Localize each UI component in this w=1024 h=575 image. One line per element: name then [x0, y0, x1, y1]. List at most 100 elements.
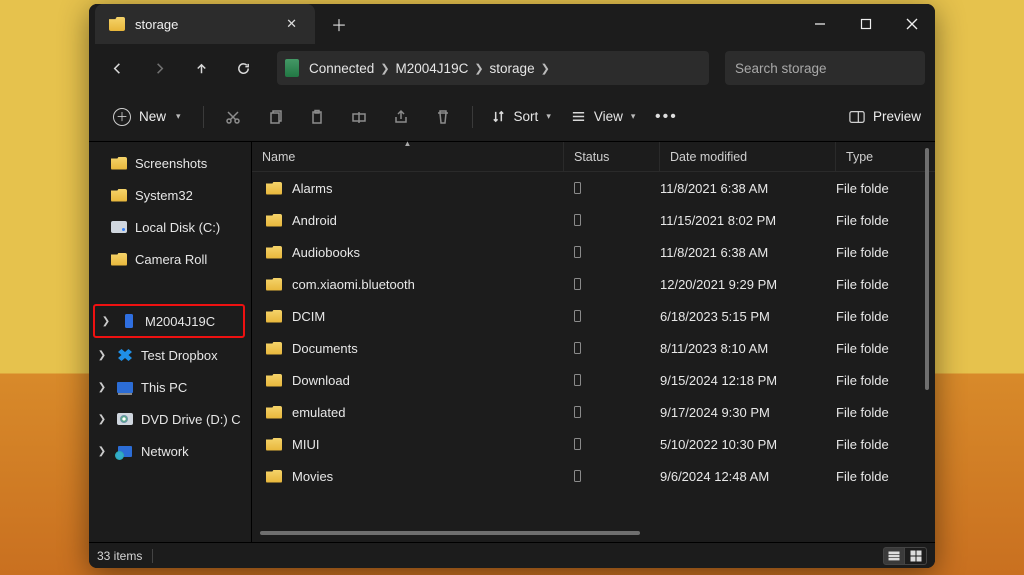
file-type: File folde	[836, 373, 935, 388]
file-name: MIUI	[292, 437, 319, 452]
thumbnails-view-button[interactable]	[905, 547, 927, 565]
folder-icon	[266, 246, 282, 259]
drive-icon	[111, 221, 127, 233]
preview-toggle[interactable]: Preview	[849, 109, 921, 124]
col-date[interactable]: Date modified	[660, 142, 836, 171]
table-row[interactable]: Android11/15/2021 8:02 PMFile folde	[252, 204, 935, 236]
delete-button[interactable]	[426, 100, 460, 134]
file-type: File folde	[836, 469, 935, 484]
status-bar: 33 items	[89, 542, 935, 568]
table-row[interactable]: Documents8/11/2023 8:10 AMFile folde	[252, 332, 935, 364]
sidebar-item-local-disk[interactable]: Local Disk (C:)	[91, 212, 247, 242]
phone-icon	[574, 182, 581, 194]
copy-button[interactable]	[258, 100, 292, 134]
file-name: Alarms	[292, 181, 332, 196]
up-button[interactable]	[183, 50, 219, 86]
file-date: 11/8/2021 6:38 AM	[660, 181, 836, 196]
file-name: Android	[292, 213, 337, 228]
file-date: 8/11/2023 8:10 AM	[660, 341, 836, 356]
file-name: Audiobooks	[292, 245, 360, 260]
file-date: 9/15/2024 12:18 PM	[660, 373, 836, 388]
folder-icon	[111, 157, 127, 170]
sidebar-item-dropbox[interactable]: ❯ Test Dropbox	[91, 340, 247, 370]
dropbox-icon	[118, 349, 132, 361]
file-name: emulated	[292, 405, 345, 420]
phone-icon	[125, 314, 133, 328]
sidebar-item-this-pc[interactable]: ❯ This PC	[91, 372, 247, 402]
folder-icon	[266, 182, 282, 195]
new-button[interactable]: ＋ New ▾	[103, 103, 191, 131]
phone-icon	[574, 278, 581, 290]
phone-icon	[574, 438, 581, 450]
file-date: 9/17/2024 9:30 PM	[660, 405, 836, 420]
folder-icon	[109, 17, 125, 31]
sidebar: Screenshots System32 Local Disk (C:) Cam…	[89, 142, 251, 542]
cut-button[interactable]	[216, 100, 250, 134]
crumb-0[interactable]: Connected	[309, 61, 374, 76]
table-row[interactable]: DCIM6/18/2023 5:15 PMFile folde	[252, 300, 935, 332]
refresh-button[interactable]	[225, 50, 261, 86]
table-row[interactable]: com.xiaomi.bluetooth12/20/2021 9:29 PMFi…	[252, 268, 935, 300]
forward-button[interactable]	[141, 50, 177, 86]
search-input[interactable]	[735, 61, 915, 76]
more-button[interactable]: •••	[649, 100, 683, 134]
share-button[interactable]	[384, 100, 418, 134]
sidebar-item-m2004j19c[interactable]: ❯ M2004J19C	[95, 306, 243, 336]
sort-button[interactable]: Sort ▾	[485, 105, 557, 128]
pc-icon	[117, 382, 133, 393]
maximize-button[interactable]	[843, 4, 889, 44]
table-row[interactable]: MIUI5/10/2022 10:30 PMFile folde	[252, 428, 935, 460]
chevron-down-icon: ▾	[546, 111, 551, 122]
view-button[interactable]: View ▾	[565, 105, 642, 128]
crumb-1[interactable]: M2004J19C	[396, 61, 469, 76]
crumb-2[interactable]: storage	[490, 61, 535, 76]
file-name: com.xiaomi.bluetooth	[292, 277, 415, 292]
table-row[interactable]: Audiobooks11/8/2021 6:38 AMFile folde	[252, 236, 935, 268]
col-name[interactable]: ▲ Name	[252, 142, 564, 171]
sidebar-item-camera-roll[interactable]: Camera Roll	[91, 244, 247, 274]
sidebar-item-dvd[interactable]: ❯ DVD Drive (D:) C	[91, 404, 247, 434]
item-count: 33 items	[97, 549, 142, 563]
nav-row: Connected ❯ M2004J19C ❯ storage ❯	[89, 44, 935, 92]
search-box[interactable]	[725, 51, 925, 85]
view-toggle	[883, 547, 927, 565]
toolbar: ＋ New ▾ Sort ▾ View ▾ ••• Preview	[89, 92, 935, 142]
sidebar-item-screenshots[interactable]: Screenshots	[91, 148, 247, 178]
col-status[interactable]: Status	[564, 142, 660, 171]
col-type[interactable]: Type	[836, 142, 935, 171]
minimize-button[interactable]	[797, 4, 843, 44]
back-button[interactable]	[99, 50, 135, 86]
chevron-right-icon: ❯	[95, 350, 109, 361]
v-scrollbar[interactable]	[923, 146, 931, 524]
tab-storage[interactable]: storage ✕	[95, 4, 315, 44]
file-type: File folde	[836, 245, 935, 260]
file-type: File folde	[836, 181, 935, 196]
chevron-down-icon: ▾	[176, 111, 181, 122]
table-row[interactable]: emulated9/17/2024 9:30 PMFile folde	[252, 396, 935, 428]
close-window-button[interactable]	[889, 4, 935, 44]
sidebar-item-network[interactable]: ❯ Network	[91, 436, 247, 466]
folder-icon	[111, 189, 127, 202]
folder-icon	[266, 342, 282, 355]
file-type: File folde	[836, 309, 935, 324]
h-scrollbar[interactable]	[260, 528, 915, 538]
paste-button[interactable]	[300, 100, 334, 134]
details-view-button[interactable]	[883, 547, 905, 565]
table-row[interactable]: Alarms 11/8/2021 6:38 AMFile folde	[252, 172, 935, 204]
new-tab-button[interactable]: ＋	[321, 8, 357, 40]
table-row[interactable]: Download9/15/2024 12:18 PMFile folde	[252, 364, 935, 396]
rename-button[interactable]	[342, 100, 376, 134]
file-name: Documents	[292, 341, 358, 356]
phone-icon	[574, 310, 581, 322]
sort-asc-icon: ▲	[404, 139, 412, 148]
close-icon[interactable]: ✕	[280, 12, 303, 36]
sort-label: Sort	[514, 109, 539, 124]
folder-icon	[266, 374, 282, 387]
network-icon	[118, 446, 132, 457]
breadcrumb[interactable]: Connected ❯ M2004J19C ❯ storage ❯	[277, 51, 709, 85]
folder-icon	[266, 470, 282, 483]
phone-icon	[574, 374, 581, 386]
table-row[interactable]: Movies9/6/2024 12:48 AMFile folde	[252, 460, 935, 492]
sidebar-item-system32[interactable]: System32	[91, 180, 247, 210]
phone-icon	[574, 406, 581, 418]
